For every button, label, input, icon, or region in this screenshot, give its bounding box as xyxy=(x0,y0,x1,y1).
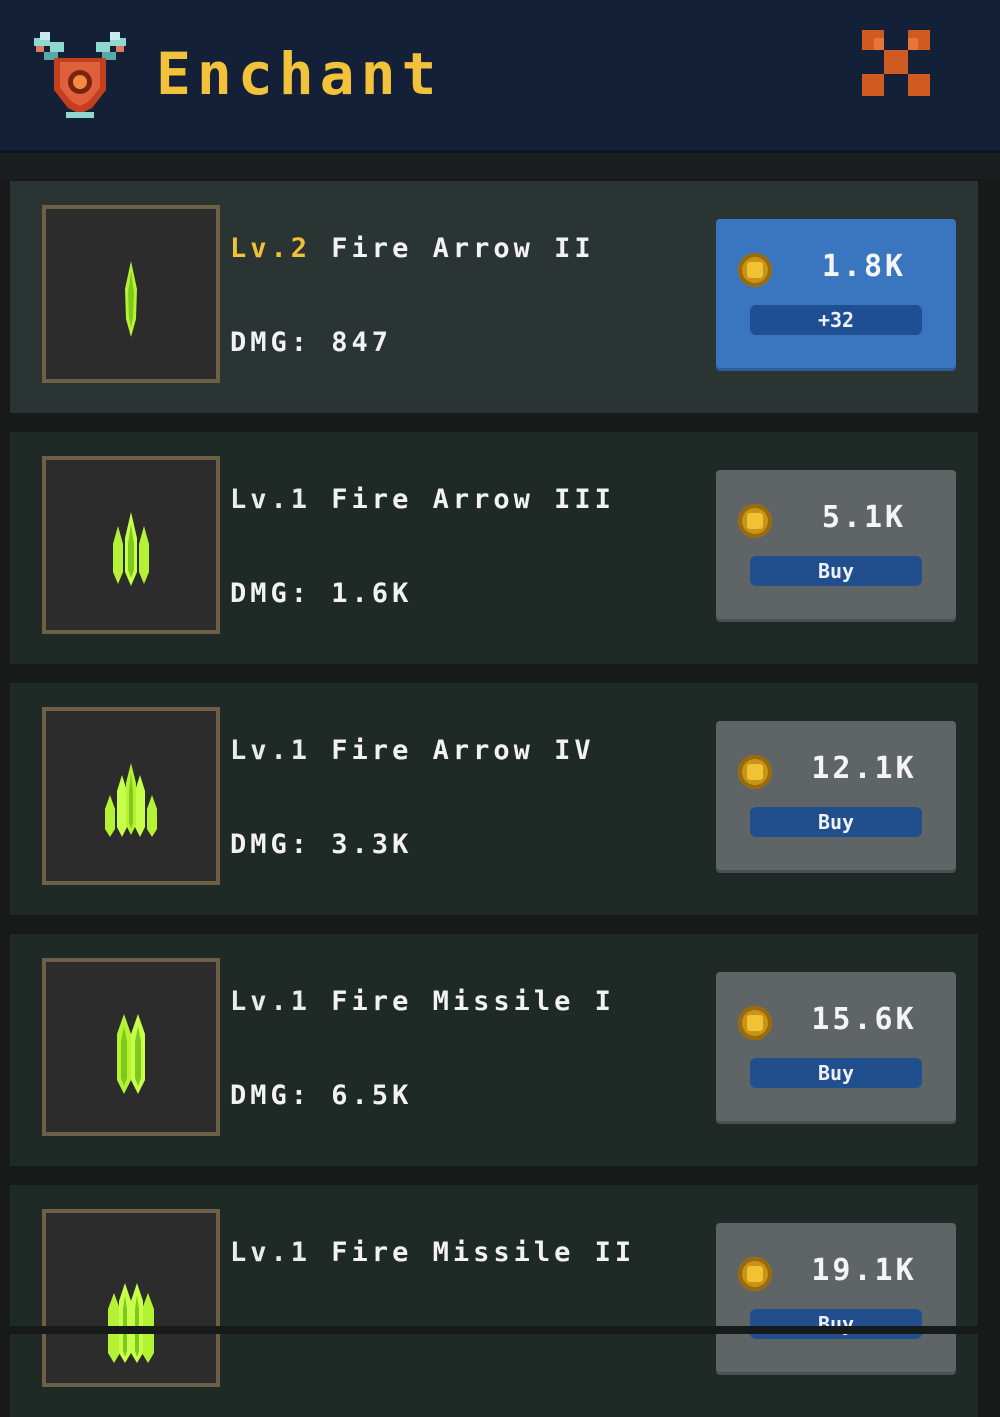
item-name: Fire Arrow II xyxy=(331,233,595,264)
coin-icon xyxy=(738,1006,772,1040)
item-title: Lv.1 Fire Arrow III xyxy=(230,484,615,515)
buy-button[interactable]: 19.1K Buy xyxy=(716,1223,956,1375)
item-damage: DMG: 6.5K xyxy=(230,1080,412,1111)
quad-green-arrow-icon xyxy=(105,763,157,837)
page-title: Enchant xyxy=(156,40,443,108)
triple-green-arrow-icon xyxy=(113,512,149,586)
dmg-label: DMG: xyxy=(230,578,312,609)
close-x-icon[interactable] xyxy=(862,30,930,96)
price-value: 1.8K xyxy=(821,249,907,284)
item-icon-frame xyxy=(42,205,220,383)
buy-label: Buy xyxy=(750,807,922,837)
upgrade-bonus: +32 xyxy=(750,305,922,335)
item-damage: DMG: 847 xyxy=(230,327,392,358)
winged-shield-icon xyxy=(34,32,126,118)
single-green-arrow-icon xyxy=(125,261,137,337)
screen-bottom-edge xyxy=(0,1326,1000,1334)
price-value: 19.1K xyxy=(811,1253,917,1288)
item-name: Fire Arrow IV xyxy=(331,735,595,766)
item-level: Lv.1 xyxy=(230,1237,312,1268)
coin-icon xyxy=(738,253,772,287)
item-level: Lv.1 xyxy=(230,986,312,1017)
item-name: Fire Missile I xyxy=(331,986,615,1017)
buy-label: Buy xyxy=(750,1309,922,1339)
item-icon-frame xyxy=(42,707,220,885)
item-damage: DMG: 1.6K xyxy=(230,578,412,609)
dmg-value: 847 xyxy=(331,327,393,358)
dmg-value: 1.6K xyxy=(331,578,413,609)
item-level: Lv.2 xyxy=(230,233,312,264)
buy-button[interactable]: 12.1K Buy xyxy=(716,721,956,873)
buy-label: Buy xyxy=(750,1058,922,1088)
item-title: Lv.2 Fire Arrow II xyxy=(230,233,595,264)
double-green-missile-icon xyxy=(117,1014,145,1094)
item-icon-frame xyxy=(42,456,220,634)
dmg-value: 3.3K xyxy=(331,829,413,860)
item-level: Lv.1 xyxy=(230,735,312,766)
header-bar: Enchant xyxy=(0,0,1000,153)
item-icon-frame xyxy=(42,958,220,1136)
enchant-item-fire-arrow-ii: Lv.2 Fire Arrow II DMG: 847 1.8K +32 xyxy=(10,181,978,413)
enchant-item-fire-missile-i: Lv.1 Fire Missile I DMG: 6.5K 15.6K Buy xyxy=(10,934,978,1166)
enchant-item-fire-missile-ii: Lv.1 Fire Missile II 19.1K Buy xyxy=(10,1185,978,1417)
item-title: Lv.1 Fire Missile I xyxy=(230,986,615,1017)
enchant-item-fire-arrow-iii: Lv.1 Fire Arrow III DMG: 1.6K 5.1K Buy xyxy=(10,432,978,664)
buy-button[interactable]: 15.6K Buy xyxy=(716,972,956,1124)
item-title: Lv.1 Fire Arrow IV xyxy=(230,735,595,766)
dmg-label: DMG: xyxy=(230,829,312,860)
dmg-value: 6.5K xyxy=(331,1080,413,1111)
enchant-item-fire-arrow-iv: Lv.1 Fire Arrow IV DMG: 3.3K 12.1K Buy xyxy=(10,683,978,915)
header-divider xyxy=(0,153,1000,179)
dmg-label: DMG: xyxy=(230,1080,312,1111)
coin-icon xyxy=(738,1257,772,1291)
coin-icon xyxy=(738,755,772,789)
buy-label: Buy xyxy=(750,556,922,586)
upgrade-button[interactable]: 1.8K +32 xyxy=(716,219,956,371)
price-value: 5.1K xyxy=(821,500,907,535)
item-name: Fire Missile II xyxy=(331,1237,636,1268)
price-value: 12.1K xyxy=(811,751,917,786)
item-name: Fire Arrow III xyxy=(331,484,615,515)
buy-button[interactable]: 5.1K Buy xyxy=(716,470,956,622)
item-icon-frame xyxy=(42,1209,220,1387)
coin-icon xyxy=(738,504,772,538)
item-level: Lv.1 xyxy=(230,484,312,515)
quad-green-missile-icon xyxy=(108,1283,154,1363)
dmg-label: DMG: xyxy=(230,327,312,358)
item-damage: DMG: 3.3K xyxy=(230,829,412,860)
item-title: Lv.1 Fire Missile II xyxy=(230,1237,635,1268)
price-value: 15.6K xyxy=(811,1002,917,1037)
